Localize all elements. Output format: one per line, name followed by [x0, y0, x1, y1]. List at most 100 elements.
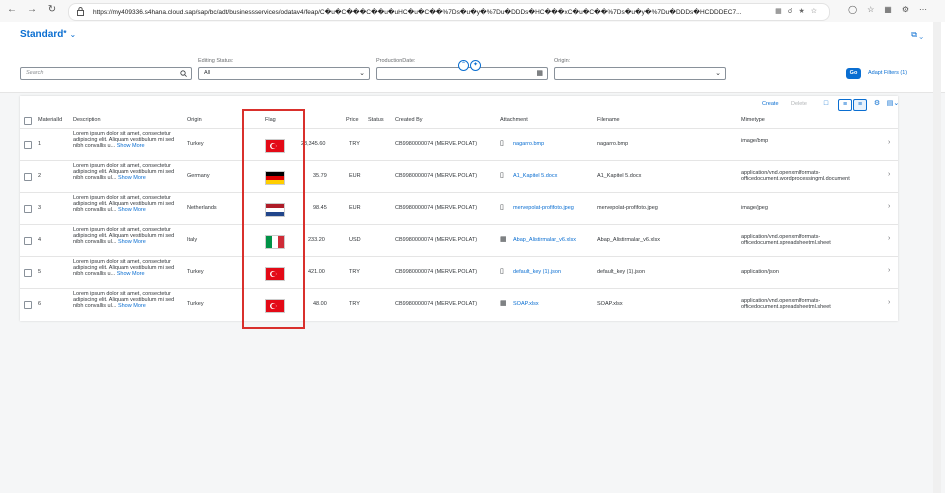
- table-row[interactable]: 5 Lorem ipsum dolor sit amet, consectetu…: [20, 257, 898, 289]
- column-header-materialid[interactable]: MaterialId: [38, 117, 62, 123]
- column-header-attachment[interactable]: Attachment: [500, 117, 528, 123]
- chevron-right-icon[interactable]: ›: [888, 171, 890, 178]
- origin-label: Origin:: [554, 58, 571, 64]
- share-icon[interactable]: ⧉ ⌄: [911, 30, 923, 40]
- show-more-link[interactable]: Show More: [118, 207, 146, 213]
- row-checkbox[interactable]: [24, 301, 32, 309]
- table-row[interactable]: 3 Lorem ipsum dolor sit amet, consectetu…: [20, 193, 898, 225]
- column-header-filename[interactable]: Filename: [597, 117, 620, 123]
- table-row[interactable]: 1 Lorem ipsum dolor sit amet, consectetu…: [20, 129, 898, 161]
- currency: USD: [349, 237, 361, 243]
- row-checkbox[interactable]: [24, 205, 32, 213]
- table-row[interactable]: 2 Lorem ipsum dolor sit amet, consectetu…: [20, 161, 898, 193]
- header-collapse-controls: ⌃ ✦: [458, 60, 482, 71]
- attachment-link[interactable]: mervepolat-profifoto.jpeg: [513, 205, 574, 211]
- column-header-status[interactable]: Status: [368, 117, 384, 123]
- chevron-right-icon[interactable]: ›: [888, 299, 890, 306]
- material-id: 1: [38, 141, 42, 147]
- page-scrollbar[interactable]: [933, 22, 941, 493]
- material-id: 3: [38, 205, 42, 211]
- collapse-header-icon[interactable]: ⌃: [458, 60, 469, 71]
- show-more-link[interactable]: Show More: [117, 143, 145, 149]
- show-more-link[interactable]: Show More: [117, 271, 145, 277]
- filename: A1_Kapitel 5.docx: [597, 173, 642, 179]
- browser-toolbar: ← → ↻ https://my409336.s4hana.cloud.sap/…: [0, 0, 945, 23]
- chevron-right-icon[interactable]: ›: [888, 235, 890, 242]
- adapt-filters-button[interactable]: Adapt Filters (1): [868, 70, 907, 76]
- search-input[interactable]: Search: [20, 67, 192, 80]
- gear-icon[interactable]: ⚙: [871, 99, 883, 109]
- table-row[interactable]: 6 Lorem ipsum dolor sit amet, consectetu…: [20, 289, 898, 320]
- column-header-origin[interactable]: Origin: [187, 117, 202, 123]
- attachment-link[interactable]: nagarro.bmp: [513, 141, 544, 147]
- lock-icon: [77, 7, 84, 16]
- table-row[interactable]: 4 Lorem ipsum dolor sit amet, consectetu…: [20, 225, 898, 257]
- variant-management[interactable]: Standard* ⌄: [20, 29, 76, 40]
- editing-status-value: All: [204, 70, 211, 76]
- column-header-description[interactable]: Description: [73, 117, 101, 123]
- arrow-left-icon[interactable]: ←: [6, 4, 18, 16]
- chevron-down-icon[interactable]: ⌄: [69, 30, 76, 39]
- table-toolbar: Create Delete □ ≡ ≡ ⚙ ▤⌄: [20, 96, 900, 113]
- mimetype: image/bmp: [741, 138, 769, 144]
- column-header-mimetype[interactable]: Mimetype: [741, 117, 765, 123]
- amount: 421.00: [308, 269, 325, 275]
- material-id: 2: [38, 173, 42, 179]
- address-bar[interactable]: https://my409336.s4hana.cloud.sap/sap/bc…: [68, 3, 830, 21]
- show-more-link[interactable]: Show More: [118, 175, 146, 181]
- attachment-link[interactable]: Abap_Alistirmalar_v6.xlsx: [513, 237, 576, 243]
- code-file-icon: ▯: [500, 268, 504, 275]
- chevron-down-icon[interactable]: ⌄: [715, 69, 721, 77]
- created-by: CB9980000074 (MERVE.POLAT): [395, 141, 478, 147]
- column-header-price[interactable]: Price: [346, 117, 359, 123]
- chevron-right-icon[interactable]: ›: [888, 203, 890, 210]
- editing-status-select[interactable]: All ⌄: [198, 67, 370, 80]
- select-all-checkbox[interactable]: [24, 117, 32, 125]
- attachment-link[interactable]: default_key (1).json: [513, 269, 561, 275]
- filename: nagarro.bmp: [597, 141, 629, 147]
- calendar-icon[interactable]: ▦: [536, 69, 543, 77]
- export-icon[interactable]: ▤⌄: [886, 99, 900, 109]
- arrow-right-icon[interactable]: →: [26, 4, 38, 16]
- delete-button[interactable]: Delete: [791, 101, 807, 107]
- expanded-view-icon[interactable]: ≡: [853, 99, 867, 111]
- show-more-link[interactable]: Show More: [118, 239, 146, 245]
- attachment-link[interactable]: SOAP.xlsx: [513, 301, 539, 307]
- create-button[interactable]: Create: [762, 101, 779, 107]
- description: Lorem ipsum dolor sit amet, consectetur …: [73, 227, 175, 245]
- column-header-created-by[interactable]: Created By: [395, 117, 423, 123]
- search-icon[interactable]: [180, 70, 187, 77]
- chevron-right-icon[interactable]: ›: [888, 267, 890, 274]
- created-by: CB9980000074 (MERVE.POLAT): [395, 301, 478, 307]
- pin-header-icon[interactable]: ✦: [470, 60, 481, 71]
- attachment-link[interactable]: A1_Kapitel 5.docx: [513, 173, 557, 179]
- description: Lorem ipsum dolor sit amet, consectetur …: [73, 195, 175, 213]
- row-checkbox[interactable]: [24, 269, 32, 277]
- browser-extension-icons[interactable]: ◯☆▦⚙⋯: [848, 5, 937, 14]
- description: Lorem ipsum dolor sit amet, consectetur …: [73, 163, 175, 181]
- origin-select[interactable]: ⌄: [554, 67, 726, 80]
- spreadsheet-file-icon: ▦: [500, 236, 507, 243]
- variant-title: Standard: [20, 29, 64, 40]
- amount: 35.79: [313, 173, 327, 179]
- address-bar-icons[interactable]: ▦☌★☆: [775, 7, 823, 15]
- amount: 98.45: [313, 205, 327, 211]
- condensed-view-icon[interactable]: ≡: [838, 99, 852, 111]
- reload-icon[interactable]: ↻: [46, 4, 58, 16]
- row-checkbox[interactable]: [24, 237, 32, 245]
- show-more-link[interactable]: Show More: [118, 303, 146, 309]
- mimetype-continued: officedocument.spreadsheetml.sheet: [741, 304, 831, 310]
- go-button[interactable]: Go: [846, 68, 861, 79]
- chevron-down-icon[interactable]: ⌄: [359, 69, 365, 77]
- currency: TRY: [349, 301, 360, 307]
- currency: EUR: [349, 205, 361, 211]
- variant-modified-marker: *: [63, 29, 67, 38]
- amount: 48.00: [313, 301, 327, 307]
- row-checkbox[interactable]: [24, 173, 32, 181]
- chevron-right-icon[interactable]: ›: [888, 139, 890, 146]
- copy-icon[interactable]: □: [820, 99, 832, 109]
- currency: TRY: [349, 141, 360, 147]
- row-checkbox[interactable]: [24, 141, 32, 149]
- filename: default_key (1).json: [597, 269, 645, 275]
- table-header: MaterialId Description Origin Flag Price…: [20, 113, 898, 129]
